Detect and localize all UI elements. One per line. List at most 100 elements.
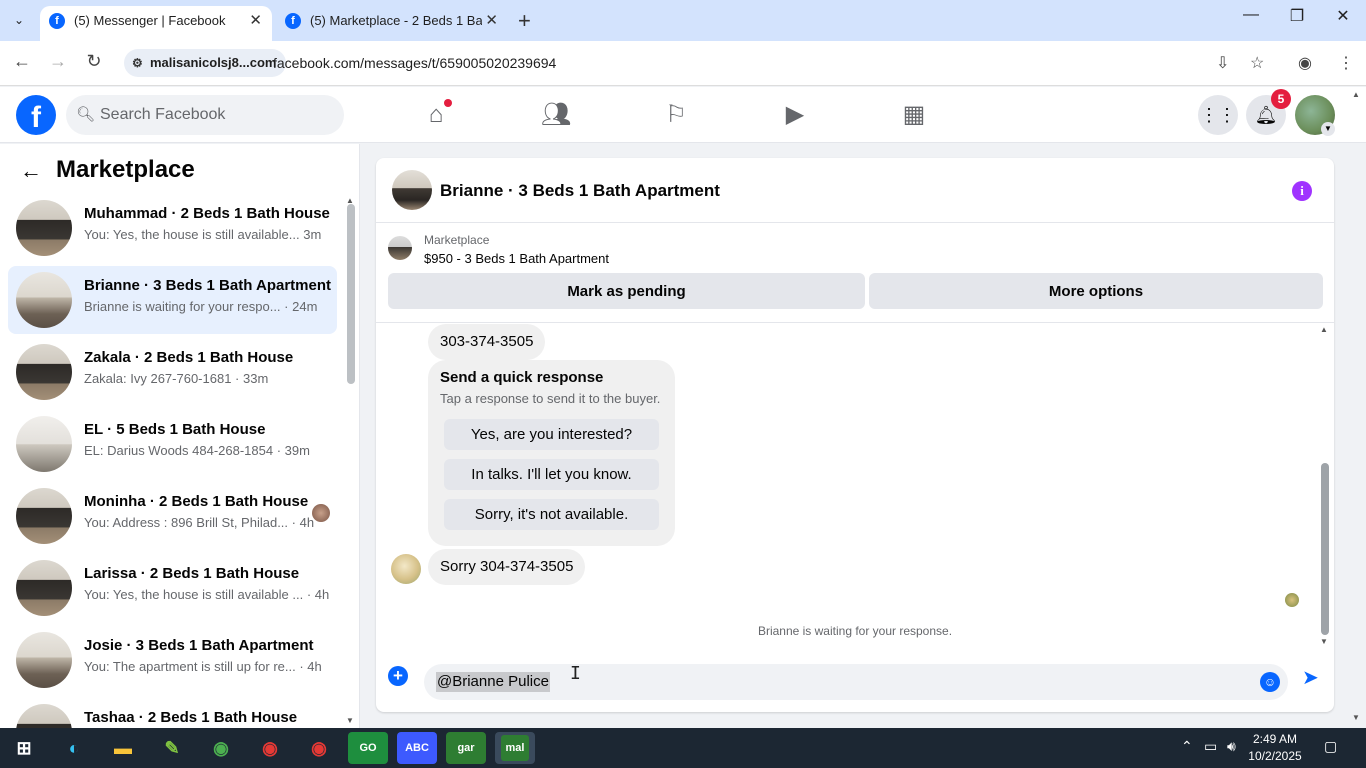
scroll-up-arrow-icon[interactable]: ▲ [1320,325,1328,334]
chevron-down-icon[interactable]: ▼ [1321,122,1335,136]
listing-title[interactable]: $950 - 3 Beds 1 Bath Apartment [424,251,609,266]
message-input-text: @Brianne Pulice [436,672,550,692]
listing-thumbnail [16,272,72,328]
quick-response-button[interactable]: In talks. I'll let you know. [444,459,659,490]
message-scrollbar[interactable] [1321,463,1329,635]
bookmark-star-icon[interactable]: ☆ [1250,53,1264,73]
site-info-chip[interactable]: ⚙ malisanicolsj8...com [124,49,287,77]
reload-icon[interactable]: ↻ [82,51,106,72]
message-input[interactable]: @Brianne Pulice ☺ [424,664,1288,700]
forward-arrow-icon[interactable]: → [46,51,70,72]
home-notification-dot [444,99,452,107]
conversation-item[interactable]: Tashaa · 2 Beds 1 Bath House [8,698,337,728]
conversation-item[interactable]: Moninha · 2 Beds 1 Bath House You: Addre… [8,482,337,550]
conversation-item[interactable]: EL · 5 Beds 1 Bath House EL: Darius Wood… [8,410,337,478]
listing-banner: Marketplace $950 - 3 Beds 1 Bath Apartme… [376,224,1334,322]
plus-circle-icon[interactable]: + [388,666,408,686]
listing-thumbnail [16,344,72,400]
network-icon[interactable]: ▭ [1204,738,1217,755]
conversation-item[interactable]: Zakala · 2 Beds 1 Bath House Zakala: Ivy… [8,338,337,406]
scroll-down-arrow-icon[interactable]: ▼ [346,716,354,725]
search-icon: 🔍︎ [76,106,96,123]
close-icon[interactable]: ✕ [485,6,498,35]
tune-icon: ⚙ [132,56,143,70]
conversation-item[interactable]: Muhammad · 2 Beds 1 Bath House You: Yes,… [8,194,337,262]
facebook-search[interactable]: 🔍︎ [66,95,344,135]
install-app-icon[interactable]: ⇩ [1216,53,1229,73]
chevron-up-icon[interactable]: ⌃ [1181,738,1193,755]
info-icon[interactable]: i [1292,181,1312,201]
conversation-name: Larissa · 2 Beds 1 Bath House [84,565,300,582]
facebook-logo-icon[interactable]: f [16,95,56,135]
chat-listing-thumbnail[interactable] [392,170,432,210]
chrome-profile-h-icon[interactable]: ◉ [250,732,290,764]
conversation-item-selected[interactable]: Brianne · 3 Beds 1 Bath Apartment Briann… [8,266,337,334]
notification-center-icon[interactable]: ▢ [1324,738,1337,755]
conversation-item[interactable]: Larissa · 2 Beds 1 Bath House You: Yes, … [8,554,337,622]
marketplace-store-icon[interactable]: ▦ [894,99,934,131]
minimize-icon[interactable]: — [1236,6,1266,24]
pages-flag-icon[interactable]: ⚐ [656,99,696,131]
tab-messenger[interactable]: f (5) Messenger | Facebook ✕ [40,6,272,41]
restore-icon[interactable]: ❐ [1282,6,1312,26]
conversation-name: Moninha · 2 Beds 1 Bath House [84,493,309,510]
conversation-preview: Brianne is waiting for your respo... · 2… [84,299,318,314]
listing-small-thumbnail [388,236,412,260]
chat-panel: Brianne · 3 Beds 1 Bath Apartment i Mark… [376,158,1334,712]
tab-search-chevron-icon[interactable]: ⌄ [8,9,30,31]
chat-title[interactable]: Brianne · 3 Beds 1 Bath Apartment [440,181,720,201]
app-malisa-icon[interactable]: mal [495,732,535,764]
profile-icon[interactable]: ◉ [1298,53,1312,73]
scroll-down-arrow-icon[interactable]: ▼ [1352,713,1360,722]
clock-time: 2:49 AM [1252,732,1298,746]
seen-avatar [312,504,330,522]
conversation-name: Zakala · 2 Beds 1 Bath House [84,349,294,366]
conversation-name: Josie · 3 Beds 1 Bath Apartment [84,637,314,654]
back-arrow-icon[interactable]: ← [10,51,34,72]
quick-response-subtitle: Tap a response to send it to the buyer. [440,391,661,406]
menu-kebab-icon[interactable]: ⋮ [1338,53,1354,73]
app-abc-icon[interactable]: ABC [397,732,437,764]
back-arrow-icon[interactable]: ← [20,158,42,184]
send-icon[interactable]: ➤ [1302,665,1319,690]
tab-title: (5) Messenger | Facebook [74,13,226,28]
system-clock[interactable]: 2:49 AM 10/2/2025 [1240,731,1310,765]
emoji-icon[interactable]: ☺ [1260,672,1280,692]
search-input[interactable] [100,95,330,135]
windows-taskbar: ⊞ ◐ ▬ ✎ ◉ ◉ ◉ GO ABC gar mal ⌃ ▭ 🔊︎ 2:49… [0,728,1366,768]
sidebar-scrollbar[interactable] [347,204,355,384]
conversation-preview: You: Address : 896 Brill St, Philad... ·… [84,515,315,530]
url-text[interactable]: facebook.com/messages/t/659005020239694 [273,55,556,71]
video-icon[interactable]: ▶ [775,99,815,131]
mark-as-pending-button[interactable]: Mark as pending [388,273,865,309]
window-close-icon[interactable]: ✕ [1328,6,1358,26]
quick-response-button[interactable]: Sorry, it's not available. [444,499,659,530]
more-options-button[interactable]: More options [869,273,1323,309]
file-explorer-icon[interactable]: ▬ [103,732,143,764]
windows-start-icon[interactable]: ⊞ [4,732,44,764]
notepad-icon[interactable]: ✎ [152,732,192,764]
chrome-icon[interactable]: ◉ [201,732,241,764]
tab-marketplace[interactable]: f (5) Marketplace - 2 Beds 1 Bath ✕ [276,6,508,41]
chat-header: Brianne · 3 Beds 1 Bath Apartment i [376,158,1334,223]
new-tab-plus-icon[interactable]: + [518,8,531,34]
friends-icon[interactable]: 👥︎ [536,99,576,131]
volume-icon[interactable]: 🔊︎ [1227,738,1236,755]
app-garfet-icon[interactable]: gar [446,732,486,764]
quick-response-button[interactable]: Yes, are you interested? [444,419,659,450]
message-bubble: Sorry 304-374-3505 [428,549,586,585]
sender-avatar[interactable] [391,554,421,584]
conversation-preview: You: Yes, the house is still available..… [84,227,322,242]
scroll-up-arrow-icon[interactable]: ▲ [1352,90,1360,99]
facebook-header: f 🔍︎ ⌂ 👥︎ ⚐ ▶ ▦ ⋮⋮ 🔔︎ ▼ [0,87,1366,143]
listing-source: Marketplace [424,233,490,247]
close-icon[interactable]: ✕ [249,6,262,35]
conversation-item[interactable]: Josie · 3 Beds 1 Bath Apartment You: The… [8,626,337,694]
omnibox[interactable]: ⚙ malisanicolsj8...com facebook.com/mess… [118,46,1282,80]
scroll-down-arrow-icon[interactable]: ▼ [1320,637,1328,646]
conversation-name: Muhammad · 2 Beds 1 Bath House [84,205,330,222]
chrome-profile-icon[interactable]: ◉ [299,732,339,764]
app-go-icon[interactable]: GO [348,732,388,764]
menu-grid-icon[interactable]: ⋮⋮ [1198,95,1238,135]
edge-browser-icon[interactable]: ◐ [54,732,94,764]
